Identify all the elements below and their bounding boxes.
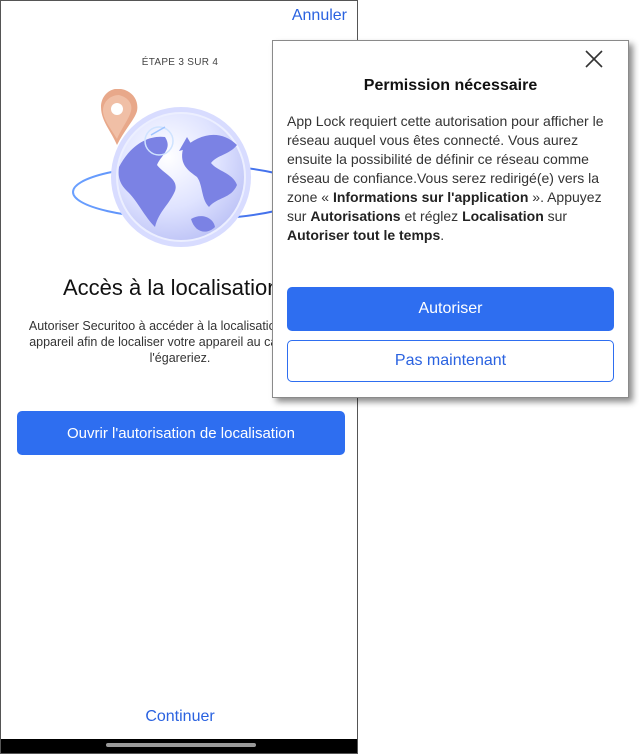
permission-dialog: Permission nécessaire App Lock requiert … bbox=[272, 40, 629, 398]
body-text: . bbox=[440, 227, 445, 243]
continue-link[interactable]: Continuer bbox=[1, 708, 357, 726]
not-now-button[interactable]: Pas maintenant bbox=[287, 340, 614, 382]
page-title: Accès à la localisation bbox=[63, 275, 280, 300]
close-icon[interactable] bbox=[580, 45, 608, 73]
body-bold-text: Autoriser tout le temps bbox=[287, 227, 441, 243]
body-bold-text: Localisation bbox=[462, 208, 544, 224]
dialog-body: App Lock requiert cette autorisation pou… bbox=[287, 112, 617, 245]
home-handle[interactable] bbox=[106, 743, 256, 747]
allow-button[interactable]: Autoriser bbox=[287, 287, 614, 331]
cancel-link[interactable]: Annuler bbox=[292, 7, 347, 25]
body-text: et réglez bbox=[400, 208, 463, 224]
body-bold-text: Autorisations bbox=[310, 208, 401, 224]
body-bold-text: Informations sur l'application bbox=[332, 189, 529, 205]
body-text: sur bbox=[543, 208, 568, 224]
dialog-title: Permission nécessaire bbox=[363, 77, 538, 94]
open-location-permission-button[interactable]: Ouvrir l'autorisation de localisation bbox=[17, 411, 345, 455]
navigation-bar bbox=[1, 739, 357, 753]
